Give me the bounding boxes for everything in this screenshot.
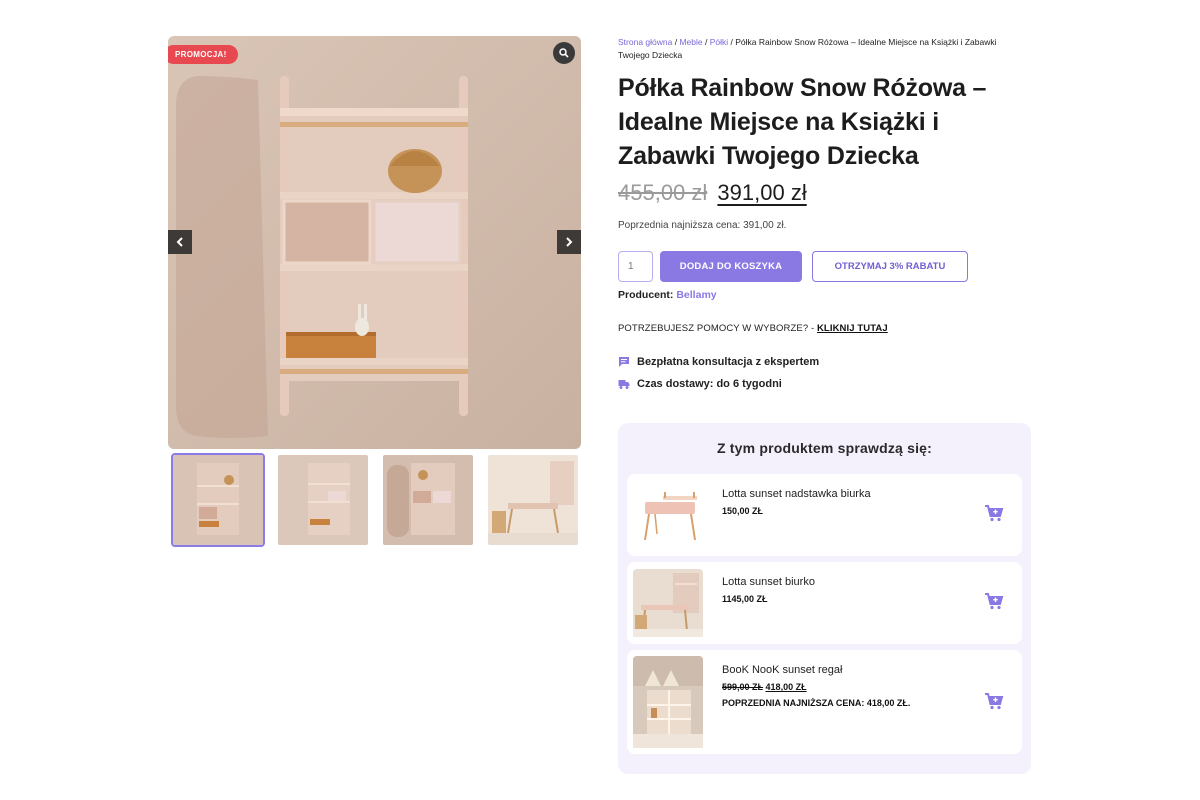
add-to-cart-icon[interactable]: [984, 504, 1004, 522]
product-gallery: PROMOCJA!: [168, 36, 581, 547]
producer-label: Producent:: [618, 289, 674, 301]
search-icon: [559, 48, 569, 58]
related-item-price: 1145,00 ZŁ: [722, 594, 768, 604]
related-products-box: Z tym produktem sprawdzą się: Lotta suns…: [618, 423, 1031, 774]
related-item-name[interactable]: Lotta sunset nadstawka biurka: [722, 488, 871, 500]
add-to-cart-button[interactable]: DODAJ DO KOSZYKA: [660, 251, 802, 282]
thumbnail-strip: [168, 453, 581, 547]
desk-topper-image: [633, 482, 703, 548]
quantity-input[interactable]: [618, 251, 653, 282]
help-row: POTRZEBUJESZ POMOCY W WYBORZE? - KLIKNIJ…: [618, 323, 1030, 334]
producer-row: Producent: Bellamy: [618, 289, 1030, 301]
related-item-lowest-price: POPRZEDNIA NAJNIŻSZA CENA: 418,00 ZŁ.: [722, 698, 911, 708]
feature-delivery: Czas dostawy: do 6 tygodni: [618, 378, 1030, 390]
chevron-left-icon: [176, 237, 183, 247]
product-info: Strona główna / Meble / Półki / Półka Ra…: [618, 36, 1030, 390]
related-item[interactable]: BooK NooK sunset regał 599,00 ZŁ 418,00 …: [627, 650, 1022, 754]
truck-icon: [618, 380, 630, 389]
gallery-prev-button[interactable]: [168, 230, 192, 254]
feature-text: Czas dostawy: do 6 tygodni: [637, 378, 782, 390]
related-item-name[interactable]: Lotta sunset biurko: [722, 576, 815, 588]
related-item-price: 599,00 ZŁ 418,00 ZŁ: [722, 682, 807, 692]
thumbnail-image: [173, 455, 263, 545]
related-item-price-new: 418,00 ZŁ: [765, 682, 807, 692]
breadcrumb-separator: /: [702, 37, 710, 47]
related-item-price-old: 599,00 ZŁ: [722, 682, 764, 692]
related-item-name[interactable]: BooK NooK sunset regał: [722, 664, 842, 676]
gallery-next-button[interactable]: [557, 230, 581, 254]
thumbnail-2[interactable]: [276, 453, 370, 547]
product-title: Półka Rainbow Snow Różowa – Idealne Miej…: [618, 74, 987, 170]
main-product-image[interactable]: PROMOCJA!: [168, 36, 581, 449]
chat-icon: [619, 357, 629, 367]
related-item[interactable]: Lotta sunset nadstawka biurka 150,00 ZŁ: [627, 474, 1022, 556]
add-to-cart-icon[interactable]: [984, 692, 1004, 710]
related-item-image[interactable]: [633, 482, 703, 553]
help-link[interactable]: KLIKNIJ TUTAJ: [817, 323, 888, 334]
breadcrumb-shelves[interactable]: Półki: [710, 37, 728, 47]
add-to-cart-icon[interactable]: [984, 592, 1004, 610]
thumbnail-4[interactable]: [486, 453, 580, 547]
thumbnail-image: [488, 455, 578, 545]
thumbnail-image: [278, 455, 368, 545]
price-old: 455,00 zł: [618, 180, 708, 205]
price-new: 391,00 zł: [717, 180, 807, 205]
breadcrumb-furniture[interactable]: Meble: [679, 37, 702, 47]
related-title: Z tym produktem sprawdzą się:: [716, 440, 933, 456]
lowest-price-note: Poprzednia najniższa cena: 391,00 zł.: [618, 220, 787, 231]
related-item-price: 150,00 ZŁ: [722, 506, 764, 516]
cart-row: DODAJ DO KOSZYKA OTRZYMAJ 3% RABATU: [618, 251, 1030, 282]
thumbnail-3[interactable]: [381, 453, 475, 547]
related-item-image[interactable]: [633, 569, 703, 642]
get-discount-button[interactable]: OTRZYMAJ 3% RABATU: [812, 251, 968, 282]
shelf-photo: [168, 36, 581, 449]
feature-text: Bezpłatna konsultacja z ekspertem: [637, 356, 820, 368]
producer-link[interactable]: Bellamy: [676, 289, 716, 301]
zoom-button[interactable]: [553, 42, 575, 64]
related-item[interactable]: Lotta sunset biurko 1145,00 ZŁ: [627, 562, 1022, 644]
breadcrumb: Strona główna / Meble / Półki / Półka Ra…: [618, 36, 1030, 62]
related-item-image[interactable]: [633, 656, 703, 753]
thumbnail-1[interactable]: [171, 453, 265, 547]
help-text: POTRZEBUJESZ POMOCY W WYBORZE? -: [618, 323, 815, 334]
feature-consultation: Bezpłatna konsultacja z ekspertem: [618, 356, 1030, 368]
bookcase-image: [633, 656, 703, 748]
desk-image: [633, 569, 703, 637]
breadcrumb-home[interactable]: Strona główna: [618, 37, 672, 47]
thumbnail-image: [383, 455, 473, 545]
price-row: 455,00 zł 391,00 zł: [618, 179, 1030, 207]
chevron-right-icon: [566, 237, 573, 247]
promo-badge: PROMOCJA!: [168, 45, 238, 64]
